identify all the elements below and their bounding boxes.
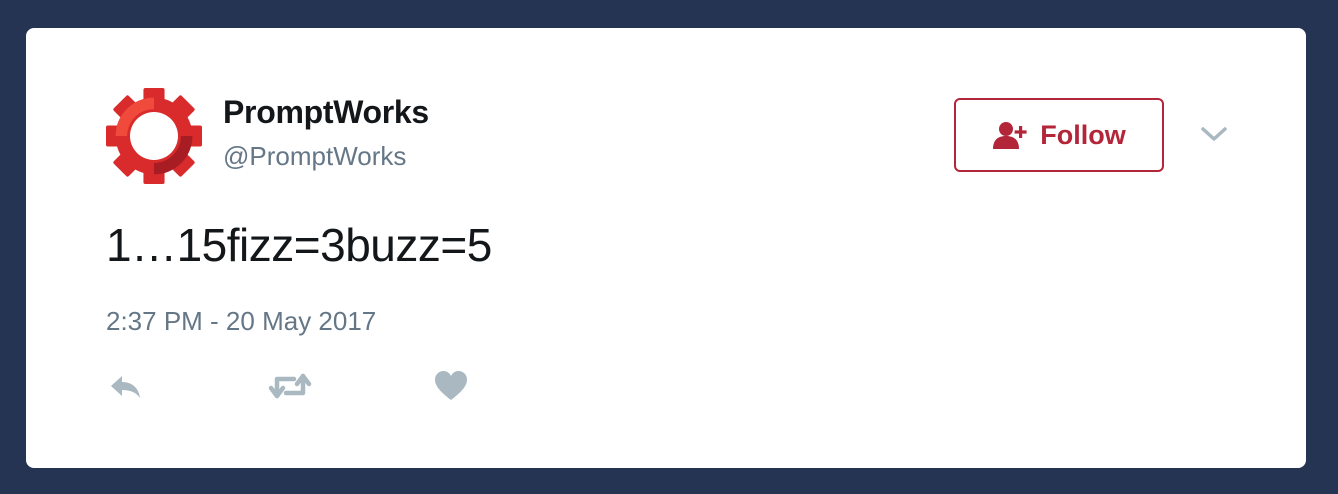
add-user-icon xyxy=(993,122,1027,149)
follow-label: Follow xyxy=(1040,119,1126,150)
chevron-down-icon[interactable] xyxy=(1200,124,1228,144)
avatar[interactable] xyxy=(106,88,202,184)
heart-icon[interactable] xyxy=(434,370,468,402)
timestamp[interactable]: 2:37 PM - 20 May 2017 xyxy=(106,306,376,337)
display-name[interactable]: PromptWorks xyxy=(223,94,429,131)
tweet-card: PromptWorks @PromptWorks Follow 1…15fizz… xyxy=(26,28,1306,468)
reply-icon[interactable] xyxy=(108,370,144,402)
follow-button[interactable]: Follow xyxy=(954,98,1164,172)
retweet-icon[interactable] xyxy=(268,370,312,402)
tweet-text: 1…15fizz=3buzz=5 xyxy=(106,219,492,271)
user-handle[interactable]: @PromptWorks xyxy=(223,141,406,172)
